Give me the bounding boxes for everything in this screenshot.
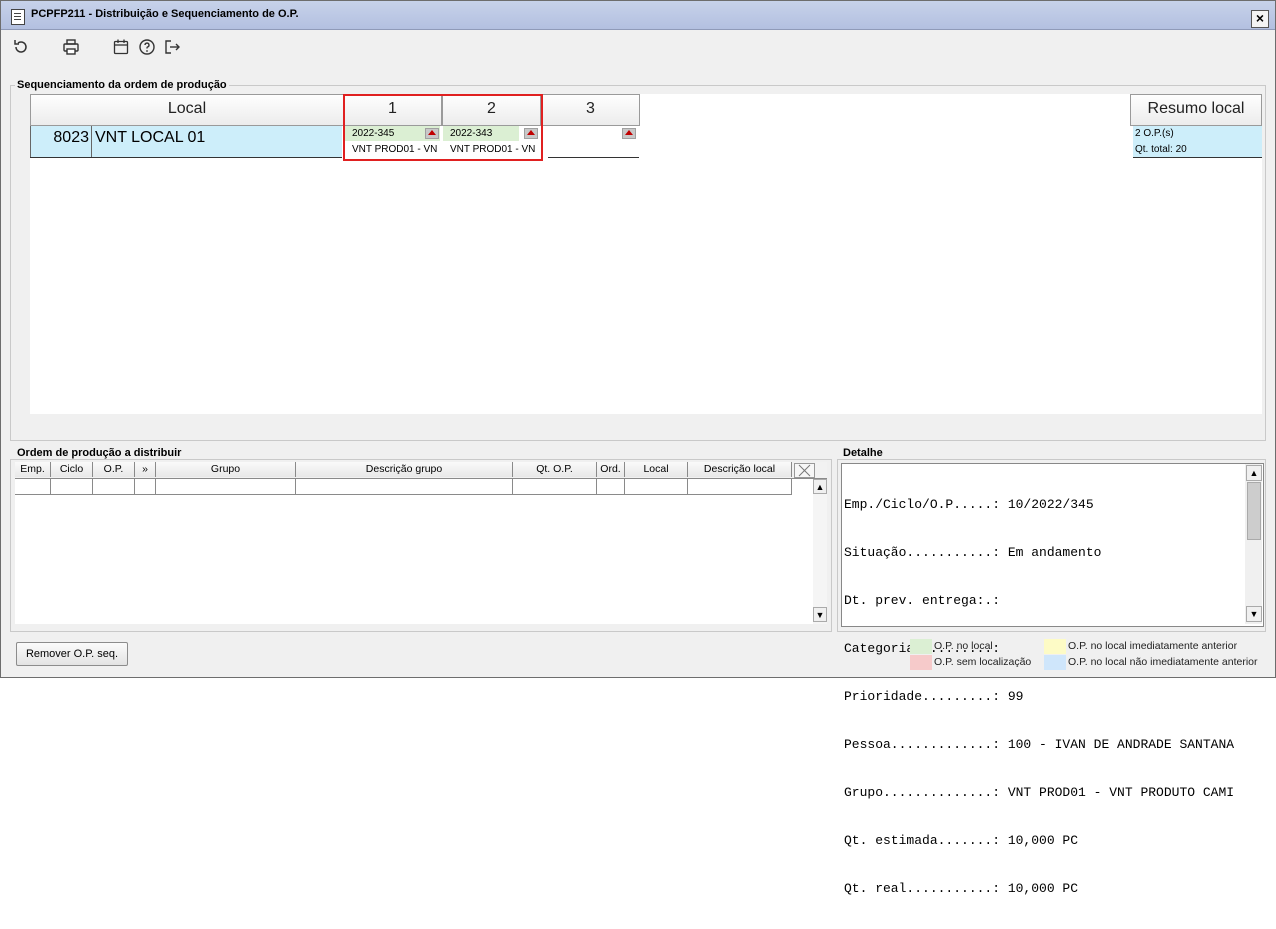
scroll-down-icon[interactable]: ▼ [1246,606,1262,622]
detail-lines: Emp./Ciclo/O.P.....: 10/2022/345 Situaçã… [844,465,1244,929]
op-cell-3[interactable] [548,126,639,158]
col-descricao-grupo[interactable]: Descrição grupo [296,462,513,477]
col-local[interactable]: Local [625,462,688,477]
scroll-up-icon[interactable]: ▲ [1246,465,1262,481]
col-grupo[interactable]: Grupo [156,462,296,477]
refresh-icon[interactable] [12,38,30,56]
detail-line: Qt. real...........: 10,000 PC [844,881,1079,896]
sequence-column-header-3[interactable]: 3 [541,94,640,126]
legend-swatch-anterior [1044,639,1066,654]
ops-legend: Ordem de produção a distribuir [15,447,184,459]
legend-swatch-sem-localizacao [910,655,932,670]
detail-line: Qt. estimada.......: 10,000 PC [844,833,1079,848]
local-code: 8023 [30,126,92,157]
detail-scrollbar[interactable]: ▲ ▼ [1245,464,1262,624]
toolbar [1,30,1275,64]
col-descricao-local[interactable]: Descrição local [688,462,792,477]
sequencing-grid[interactable]: Local 1 2 3 Resumo local 8023 VNT LOCAL … [30,94,1262,414]
col-qt-op[interactable]: Qt. O.P. [513,462,597,477]
detail-legend: Detalhe [841,447,885,459]
resumo-column-header[interactable]: Resumo local [1130,94,1262,126]
local-row[interactable]: 8023 VNT LOCAL 01 [30,126,342,158]
document-icon [11,9,25,25]
help-icon[interactable] [138,38,156,56]
detail-line: Grupo..............: VNT PROD01 - VNT PR… [844,785,1235,800]
title-bar: PCPFP211 - Distribuição e Sequenciamento… [1,1,1275,30]
table-row[interactable] [15,479,792,495]
exit-icon[interactable] [163,38,181,56]
close-button[interactable]: × [1251,10,1269,28]
legend-swatch-nao-anterior [1044,655,1066,670]
col-ord[interactable]: Ord. [597,462,625,477]
legend-label-no-local: O.P. no local [934,640,993,652]
detail-textarea[interactable]: Emp./Ciclo/O.P.....: 10/2022/345 Situaçã… [841,463,1264,896]
col-ciclo[interactable]: Ciclo [51,462,93,477]
legend-label-anterior: O.P. no local imediatamente anterior [1068,640,1238,652]
ops-scrollbar[interactable]: ▲ ▼ [813,479,827,624]
main-window: PCPFP211 - Distribuição e Sequenciamento… [0,0,1276,896]
legend-label-sem-localizacao: O.P. sem localização [934,656,1032,668]
scroll-down-icon[interactable]: ▼ [813,607,827,622]
scroll-thumb[interactable] [1247,482,1261,540]
col-emp[interactable]: Emp. [15,462,51,477]
resumo-cell: 2 O.P.(s) Qt. total: 20 [1133,126,1262,158]
legend-swatch-no-local [910,639,932,654]
window-title: PCPFP211 - Distribuição e Sequenciamento… [31,8,299,20]
detail-line: Situação...........: Em andamento [844,545,1102,560]
detail-line: Dt. prev. entrega:.: [844,593,1001,608]
detail-line: Prioridade.........: 99 [844,689,1024,704]
calendar-icon[interactable] [112,38,130,56]
detail-line: Emp./Ciclo/O.P.....: 10/2022/345 [844,497,1094,512]
scroll-up-icon[interactable]: ▲ [813,479,827,494]
ops-table[interactable]: Emp. Ciclo O.P. » Grupo Descrição grupo … [15,462,827,624]
local-column-header[interactable]: Local [30,94,344,126]
resumo-count: 2 O.P.(s) [1135,128,1174,139]
move-up-icon[interactable] [622,128,636,139]
legend-label-nao-anterior: O.P. no local não imediatamente anterior [1068,656,1258,668]
detail-line: Pessoa.............: 100 - IVAN DE ANDRA… [844,737,1235,752]
print-icon[interactable] [62,38,80,56]
remove-op-seq-button[interactable]: Remover O.P. seq. [16,642,128,666]
clear-filter-icon[interactable] [794,463,815,478]
col-op[interactable]: O.P. [93,462,135,477]
highlight-frame [343,94,543,161]
resumo-total: Qt. total: 20 [1135,144,1187,155]
sequencing-legend: Sequenciamento da ordem de produção [15,79,229,91]
col-expand[interactable]: » [135,462,156,477]
local-name: VNT LOCAL 01 [95,129,206,146]
